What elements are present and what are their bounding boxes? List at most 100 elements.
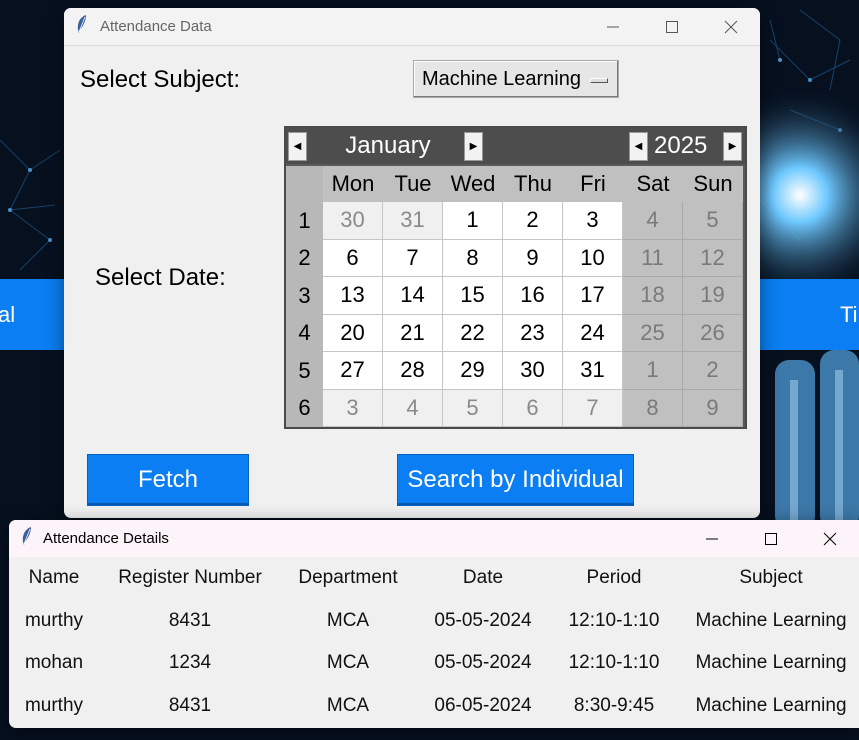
close-button[interactable] bbox=[701, 8, 760, 45]
next-year-button[interactable]: ▶ bbox=[723, 132, 742, 161]
subject-dropdown[interactable]: Machine Learning bbox=[413, 60, 619, 98]
calendar-day-cell[interactable]: 17 bbox=[563, 277, 623, 315]
prev-month-button[interactable]: ◀ bbox=[288, 132, 307, 161]
calendar-day-cell[interactable]: 11 bbox=[623, 239, 683, 277]
wallpaper-band-right-text: Ti bbox=[840, 302, 858, 327]
calendar-day-cell[interactable]: 7 bbox=[383, 239, 443, 277]
calendar-day-name: Wed bbox=[443, 166, 503, 202]
close-icon bbox=[823, 532, 836, 545]
table-cell: 12:10-1:10 bbox=[568, 652, 660, 673]
calendar-day-cell[interactable]: 10 bbox=[563, 239, 623, 277]
column-header: Register Number bbox=[118, 567, 262, 588]
calendar-day-cell[interactable]: 26 bbox=[683, 314, 743, 352]
minimize-button[interactable] bbox=[583, 8, 642, 45]
table-cell: Machine Learning bbox=[695, 610, 847, 631]
fetch-button[interactable]: Fetch bbox=[87, 454, 249, 506]
calendar-week-row: 63456789 bbox=[286, 389, 745, 427]
calendar-week-number: 3 bbox=[286, 277, 323, 315]
calendar-day-name: Tue bbox=[383, 166, 443, 202]
date-calendar: ◀ January ▶ ◀ 2025 ▶ Mon Tue Wed Thu Fri Sat S… bbox=[284, 126, 747, 429]
calendar-day-cell[interactable]: 28 bbox=[383, 352, 443, 390]
calendar-week-number: 1 bbox=[286, 202, 323, 240]
calendar-day-cell[interactable]: 3 bbox=[563, 202, 623, 240]
next-month-button[interactable]: ▶ bbox=[464, 132, 483, 161]
search-by-individual-button[interactable]: Search by Individual bbox=[397, 454, 634, 506]
calendar-day-cell[interactable]: 6 bbox=[323, 239, 383, 277]
calendar-day-cell[interactable]: 2 bbox=[503, 202, 563, 240]
prev-year-button[interactable]: ◀ bbox=[629, 132, 648, 161]
calendar-day-cell[interactable]: 3 bbox=[323, 389, 383, 427]
calendar-day-cell[interactable]: 31 bbox=[563, 352, 623, 390]
calendar-day-name: Thu bbox=[503, 166, 563, 202]
calendar-week-row: 5 27 28 29 30 31 1 2 bbox=[286, 352, 745, 390]
calendar-day-cell[interactable]: 16 bbox=[503, 277, 563, 315]
calendar-day-cell[interactable]: 1 bbox=[623, 352, 683, 390]
minimize-button[interactable] bbox=[682, 520, 741, 557]
arrow-left-icon: ◀ bbox=[634, 141, 643, 152]
calendar-week-number: 5 bbox=[286, 352, 323, 390]
calendar-day-cell[interactable]: 23 bbox=[503, 314, 563, 352]
window-titlebar[interactable]: Attendance Data bbox=[64, 8, 760, 46]
calendar-day-cell[interactable]: 8 bbox=[623, 389, 683, 427]
calendar-week-row: 4 20 21 22 23 24 25 26 bbox=[286, 314, 745, 352]
calendar-day-cell[interactable]: 8 bbox=[443, 239, 503, 277]
maximize-icon bbox=[764, 532, 777, 545]
calendar-day-cell[interactable]: 12 bbox=[683, 239, 743, 277]
maximize-button[interactable] bbox=[741, 520, 800, 557]
feather-icon bbox=[76, 14, 88, 39]
table-cell: Machine Learning bbox=[695, 695, 847, 716]
column-header: Subject bbox=[739, 567, 803, 588]
calendar-day-cell[interactable]: 21 bbox=[383, 314, 443, 352]
column-header: Period bbox=[586, 567, 642, 588]
calendar-day-cell[interactable]: 4 bbox=[623, 202, 683, 240]
calendar-week-number: 2 bbox=[286, 239, 323, 277]
calendar-week-number: 6 bbox=[286, 389, 323, 427]
calendar-month: January bbox=[345, 132, 431, 159]
table-cell: 8431 bbox=[168, 610, 212, 631]
maximize-icon bbox=[665, 20, 678, 33]
calendar-day-cell[interactable]: 30 bbox=[503, 352, 563, 390]
calendar-day-cell[interactable]: 9 bbox=[503, 239, 563, 277]
calendar-week-row: 3 13 14 15 16 17 18 19 bbox=[286, 277, 745, 315]
maximize-button[interactable] bbox=[642, 8, 701, 45]
calendar-day-cell[interactable]: 5 bbox=[683, 202, 743, 240]
calendar-day-cell[interactable]: 22 bbox=[443, 314, 503, 352]
calendar-day-cell[interactable]: 4 bbox=[383, 389, 443, 427]
calendar-day-cell[interactable]: 18 bbox=[623, 277, 683, 315]
calendar-day-cell[interactable]: 19 bbox=[683, 277, 743, 315]
calendar-week-row: 2 6 7 8 9 10 11 12 bbox=[286, 239, 745, 277]
calendar-day-cell[interactable]: 27 bbox=[323, 352, 383, 390]
calendar-day-cell[interactable]: 30 bbox=[323, 202, 383, 240]
arrow-right-icon: ▶ bbox=[469, 141, 478, 152]
dropdown-indicator-icon bbox=[590, 78, 608, 83]
calendar-day-cell[interactable]: 5 bbox=[443, 389, 503, 427]
calendar-day-cell[interactable]: 1 bbox=[443, 202, 503, 240]
calendar-day-name: Sat bbox=[623, 166, 683, 202]
calendar-day-cell[interactable]: 24 bbox=[563, 314, 623, 352]
calendar-day-name: Mon bbox=[323, 166, 383, 202]
calendar-corner bbox=[286, 166, 323, 202]
calendar-day-cell[interactable]: 31 bbox=[383, 202, 443, 240]
window-titlebar[interactable]: Attendance Details bbox=[9, 520, 859, 557]
calendar-day-cell[interactable]: 13 bbox=[323, 277, 383, 315]
calendar-day-name: Fri bbox=[563, 166, 623, 202]
window-title: Attendance Data bbox=[100, 18, 212, 35]
attendance-details-window: Attendance Details Name Register Number De… bbox=[9, 520, 859, 728]
calendar-day-cell[interactable]: 15 bbox=[443, 277, 503, 315]
arrow-left-icon: ◀ bbox=[293, 141, 302, 152]
calendar-day-cell[interactable]: 2 bbox=[683, 352, 743, 390]
calendar-day-cell[interactable]: 9 bbox=[683, 389, 743, 427]
arrow-right-icon: ▶ bbox=[728, 141, 737, 152]
calendar-day-cell[interactable]: 14 bbox=[383, 277, 443, 315]
calendar-day-cell[interactable]: 29 bbox=[443, 352, 503, 390]
calendar-day-cell[interactable]: 7 bbox=[563, 389, 623, 427]
calendar-week-number: 4 bbox=[286, 314, 323, 352]
calendar-day-cell[interactable]: 6 bbox=[503, 389, 563, 427]
calendar-year: 2025 bbox=[654, 132, 708, 159]
calendar-day-names-row: Mon Tue Wed Thu Fri Sat Sun bbox=[286, 166, 745, 202]
close-button[interactable] bbox=[800, 520, 859, 557]
calendar-day-cell[interactable]: 25 bbox=[623, 314, 683, 352]
calendar-day-cell[interactable]: 20 bbox=[323, 314, 383, 352]
subject-label: Select Subject: bbox=[80, 66, 241, 93]
calendar-week-row: 1 30 31 1 2 3 4 5 bbox=[286, 202, 745, 240]
